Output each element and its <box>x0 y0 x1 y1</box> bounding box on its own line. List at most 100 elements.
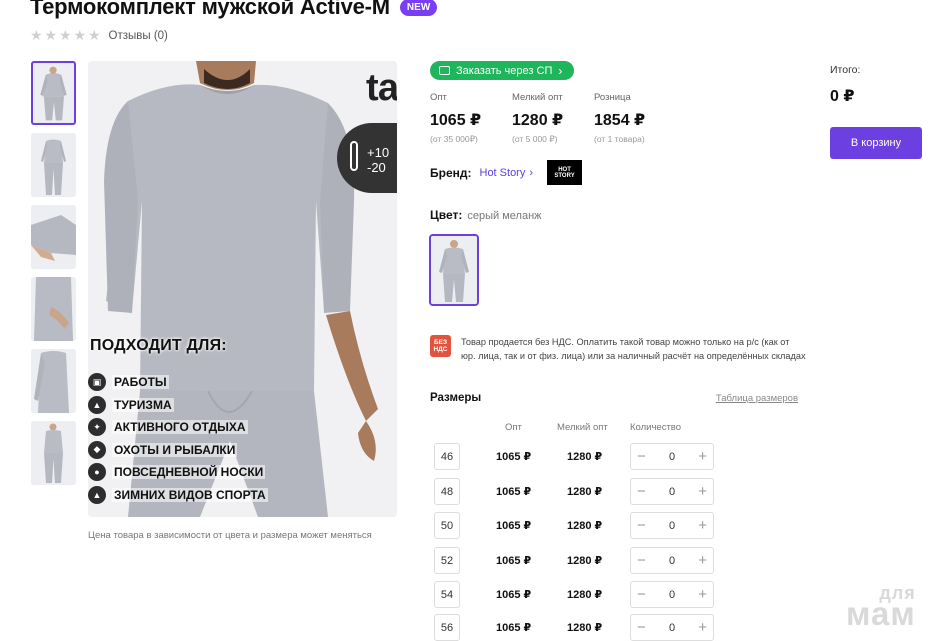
use-label: ЗИМНИХ ВИДОВ СПОРТА <box>112 487 268 502</box>
price-tier-opt: Опт 1065 ₽ (от 35 000₽) <box>430 92 512 145</box>
price-value: 1280 ₽ <box>512 112 564 129</box>
star-icon: ★ <box>30 27 43 43</box>
quantity-value[interactable]: 0 <box>669 451 675 463</box>
price-value: 1065 ₽ <box>430 112 482 129</box>
color-value: серый меланж <box>467 210 542 222</box>
use-label: ПОВСЕДНЕВНОЙ НОСКИ <box>112 465 266 480</box>
product-thumbnail-image <box>31 133 76 197</box>
price-label: Розница <box>594 92 631 103</box>
price-tiers: Опт 1065 ₽ (от 35 000₽) Мелкий опт 1280 … <box>430 92 676 145</box>
brand-logo[interactable]: HOT STORY <box>547 160 583 185</box>
swatch-image <box>431 236 477 304</box>
thumbnail-1[interactable] <box>31 61 76 125</box>
thermometer-icon <box>350 141 358 171</box>
quantity-stepper: − 0 + <box>630 443 714 470</box>
brand-row: Бренд: Hot Story › HOT STORY <box>430 160 583 185</box>
size-row: 50 1065 ₽ 1280 ₽ − 0 + <box>434 512 724 539</box>
size-chart-link[interactable]: Таблица размеров <box>716 393 798 404</box>
temp-minus: -20 <box>367 160 386 175</box>
size-price-opt: 1065 ₽ <box>496 555 532 567</box>
add-to-cart-button[interactable]: В корзину <box>830 127 922 159</box>
main-product-image[interactable]: t a +10 -20 ПОДХОДИТ ДЛЯ: ▣ РАБОТЫ ▲ ТУР… <box>88 61 397 517</box>
size-price-small-opt: 1280 ₽ <box>567 520 603 532</box>
briefcase-icon: ▣ <box>88 373 106 392</box>
quantity-value[interactable]: 0 <box>669 555 675 567</box>
sock-icon: ● <box>88 463 106 482</box>
no-vat-icon: БЕЗ НДС <box>430 335 451 357</box>
size-row: 52 1065 ₽ 1280 ₽ − 0 + <box>434 547 724 574</box>
star-icon: ★ <box>73 27 87 43</box>
minus-icon[interactable]: − <box>637 620 646 635</box>
use-item: ◆ ОХОТЫ И РЫБАЛКИ <box>88 439 268 462</box>
brand-logo-corner: t a <box>366 67 397 109</box>
bag-icon <box>439 66 450 75</box>
minus-icon[interactable]: − <box>637 553 646 568</box>
rating-row: ★ ★ ★ ★ ★ Отзывы (0) <box>30 27 168 43</box>
plus-icon[interactable]: + <box>698 620 707 635</box>
plus-icon[interactable]: + <box>698 587 707 602</box>
size-price-opt: 1065 ₽ <box>496 486 532 498</box>
quantity-value[interactable]: 0 <box>669 486 675 498</box>
quantity-stepper: − 0 + <box>630 614 714 641</box>
plus-icon[interactable]: + <box>698 484 707 499</box>
image-caption: Цена товара в зависимости от цвета и раз… <box>88 530 372 541</box>
column-header-small-opt: Мелкий опт <box>557 422 608 433</box>
product-header: Термокомплект мужской Active-M NEW <box>30 0 438 20</box>
color-row: Цвет: серый меланж <box>430 208 542 222</box>
thumbnail-6[interactable] <box>31 421 76 485</box>
temp-plus: +10 <box>367 145 390 160</box>
product-thumbnail-image <box>31 349 76 413</box>
plus-icon[interactable]: + <box>698 518 707 533</box>
runner-icon: ✦ <box>88 418 106 437</box>
price-label: Мелкий опт <box>512 92 563 103</box>
size-row: 54 1065 ₽ 1280 ₽ − 0 + <box>434 581 724 608</box>
thumbnail-list <box>31 61 77 493</box>
star-icon: ★ <box>88 27 101 43</box>
star-icon: ★ <box>59 27 72 43</box>
size-price-opt: 1065 ₽ <box>496 451 532 463</box>
size-label: 48 <box>434 478 460 505</box>
product-thumbnail-image <box>33 63 74 123</box>
brand-link[interactable]: Hot Story <box>480 167 526 179</box>
size-price-opt: 1065 ₽ <box>496 520 532 532</box>
minus-icon[interactable]: − <box>637 518 646 533</box>
thumbnail-5[interactable] <box>31 349 76 413</box>
order-sp-button[interactable]: Заказать через СП › <box>430 61 575 80</box>
size-row: 56 1065 ₽ 1280 ₽ − 0 + <box>434 614 724 641</box>
price-note: (от 1 товара) <box>594 134 645 144</box>
quantity-value[interactable]: 0 <box>669 589 675 601</box>
quantity-value[interactable]: 0 <box>669 622 675 634</box>
sizes-title: Размеры <box>430 392 482 404</box>
size-row: 46 1065 ₽ 1280 ₽ − 0 + <box>434 443 724 470</box>
watermark: для мам <box>846 584 916 630</box>
suits-title: ПОДХОДИТ ДЛЯ: <box>90 337 227 354</box>
vat-text: Товар продается без НДС. Оплатить такой … <box>461 337 806 361</box>
product-thumbnail-image <box>31 205 76 269</box>
quantity-value[interactable]: 0 <box>669 520 675 532</box>
total-label: Итого: <box>830 64 861 76</box>
minus-icon[interactable]: − <box>637 449 646 464</box>
use-label: АКТИВНОГО ОТДЫХА <box>112 420 248 435</box>
star-icon: ★ <box>44 27 58 43</box>
use-label: ОХОТЫ И РЫБАЛКИ <box>112 442 238 457</box>
price-tier-retail: Розница 1854 ₽ (от 1 товара) <box>594 92 676 145</box>
thumbnail-4[interactable] <box>31 277 76 341</box>
size-label: 52 <box>434 547 460 574</box>
size-label: 46 <box>434 443 460 470</box>
uses-list: ▣ РАБОТЫ ▲ ТУРИЗМА ✦ АКТИВНОГО ОТДЫХА ◆ … <box>88 371 268 506</box>
minus-icon[interactable]: − <box>637 484 646 499</box>
product-thumbnail-image <box>31 421 76 485</box>
thumbnail-2[interactable] <box>31 133 76 197</box>
plus-icon[interactable]: + <box>698 449 707 464</box>
quantity-stepper: − 0 + <box>630 512 714 539</box>
minus-icon[interactable]: − <box>637 587 646 602</box>
thumbnail-3[interactable] <box>31 205 76 269</box>
price-tier-small-opt: Мелкий опт 1280 ₽ (от 5 000 ₽) <box>512 92 594 145</box>
reviews-link[interactable]: Отзывы (0) <box>109 30 168 42</box>
product-thumbnail-image <box>31 277 76 341</box>
plus-icon[interactable]: + <box>698 553 707 568</box>
color-swatch[interactable] <box>429 234 479 306</box>
sizes-header: Размеры Таблица размеров <box>430 392 798 404</box>
quantity-stepper: − 0 + <box>630 581 714 608</box>
chevron-right-icon: › <box>558 63 563 78</box>
